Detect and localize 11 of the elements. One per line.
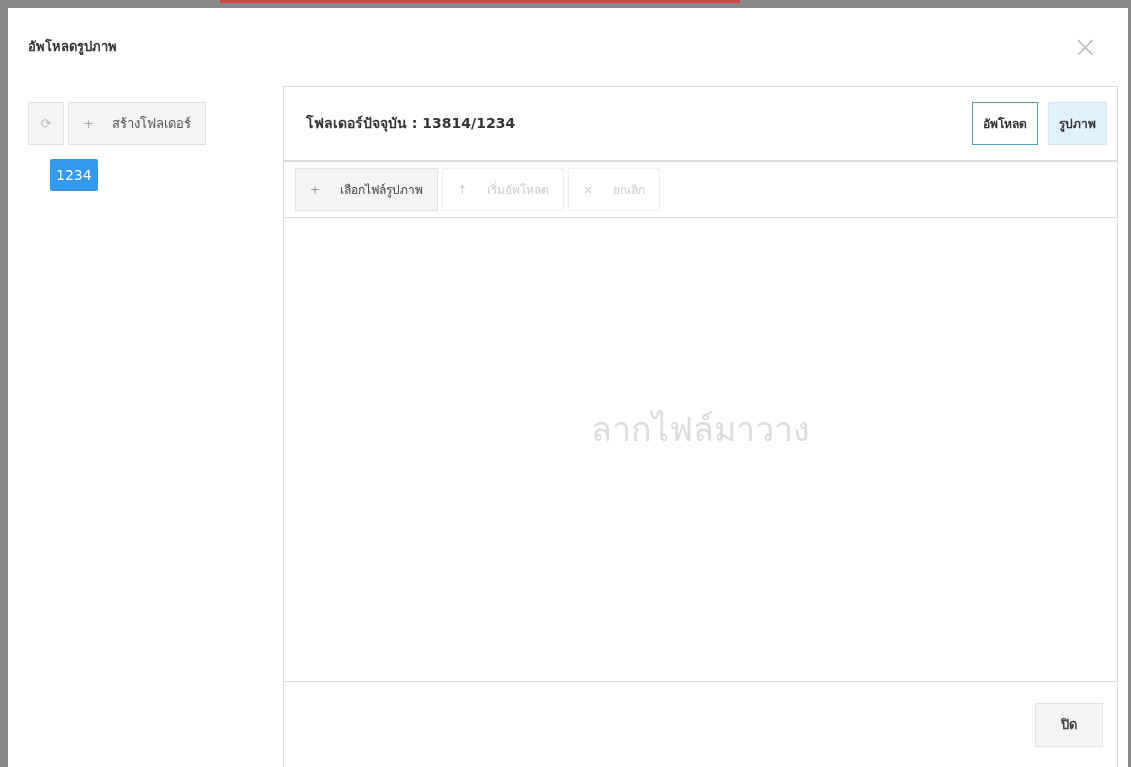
- current-folder-label: โฟลเดอร์ปัจจุบัน : 13814/1234: [306, 113, 516, 134]
- toolbar-button[interactable]: + เลือกไฟล์รูปภาพ: [295, 168, 439, 211]
- plus-icon: +: [83, 113, 94, 134]
- cross-icon: ×: [583, 180, 594, 199]
- plus-icon: +: [310, 180, 321, 199]
- close-button[interactable]: ปิด: [1035, 702, 1103, 747]
- dialog-title: อัพโหลดรูปภาพ: [28, 38, 117, 57]
- tab[interactable]: รูปภาพ: [1048, 102, 1107, 145]
- tab[interactable]: อัพโหลด: [972, 102, 1038, 145]
- new-folder-button[interactable]: + สร้างโฟลเดอร์: [68, 102, 206, 145]
- up-arrow-icon: ↑: [457, 180, 468, 199]
